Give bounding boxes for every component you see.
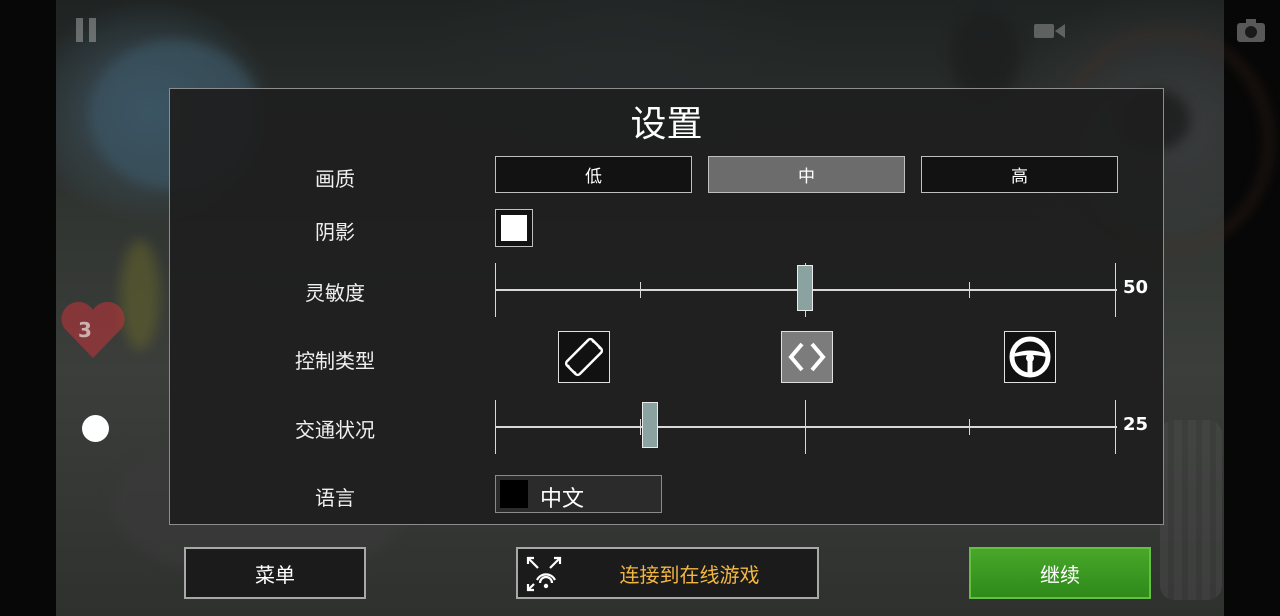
traffic-slider-handle[interactable] (642, 402, 658, 448)
traffic-label: 交通状况 (295, 418, 375, 442)
sensitivity-label: 灵敏度 (305, 281, 365, 305)
sensitivity-slider[interactable]: 50 (495, 263, 1148, 317)
quality-high-button[interactable]: 高 (921, 156, 1118, 193)
sensitivity-slider-handle[interactable] (797, 265, 813, 311)
heart-icon (61, 301, 125, 358)
slider-tick (495, 263, 496, 317)
control-type-label: 控制类型 (295, 349, 375, 373)
shadow-checkbox[interactable] (495, 209, 533, 247)
tilt-phone-icon (564, 337, 604, 377)
quality-medium-button[interactable]: 中 (708, 156, 905, 193)
traffic-value: 25 (1123, 414, 1149, 435)
quality-low-button[interactable]: 低 (495, 156, 692, 193)
quality-label: 画质 (315, 167, 355, 191)
control-arrows-button[interactable] (781, 331, 833, 383)
dialog-title: 设置 (630, 104, 703, 145)
sensitivity-value: 50 (1123, 277, 1149, 298)
language-selector[interactable]: 中文 (495, 475, 662, 513)
shadow-label: 阴影 (315, 220, 355, 244)
slider-tick (495, 400, 496, 454)
slider-tick (1115, 263, 1116, 317)
language-value: 中文 (540, 487, 585, 512)
slider-tick (969, 419, 970, 435)
continue-button-label: 继续 (1040, 562, 1080, 587)
checkbox-fill (501, 215, 527, 241)
online-button-label: 连接到在线游戏 (619, 562, 760, 587)
settings-dialog: 设置 画质 低 中 高 阴影 灵敏度 50 控制类型 交通状况 25 语言 中文 (169, 88, 1164, 525)
wifi-network-icon (526, 556, 562, 592)
continue-button[interactable]: 继续 (969, 547, 1151, 599)
control-tilt-button[interactable] (558, 331, 610, 383)
traffic-slider[interactable]: 25 (495, 400, 1148, 454)
video-camera-icon[interactable] (1034, 22, 1066, 40)
gas-pedal[interactable] (1160, 420, 1222, 600)
slider-track (495, 426, 1117, 428)
slider-tick (969, 282, 970, 298)
camera-icon[interactable] (1237, 18, 1265, 42)
pause-icon[interactable] (74, 18, 98, 42)
slider-tick (640, 419, 641, 435)
steering-wheel-icon (1009, 336, 1051, 378)
menu-button-label: 菜单 (255, 562, 295, 587)
joystick-knob[interactable] (82, 415, 109, 442)
language-flag (500, 480, 528, 508)
slider-tick (1115, 400, 1116, 454)
control-wheel-button[interactable] (1004, 331, 1056, 383)
slider-tick (805, 400, 806, 454)
menu-button[interactable]: 菜单 (184, 547, 366, 599)
language-label: 语言 (315, 486, 355, 510)
lives-count: 3 (78, 318, 92, 342)
slider-tick (640, 282, 641, 298)
online-game-button[interactable]: 连接到在线游戏 (516, 547, 819, 599)
arrows-icon (788, 342, 826, 372)
